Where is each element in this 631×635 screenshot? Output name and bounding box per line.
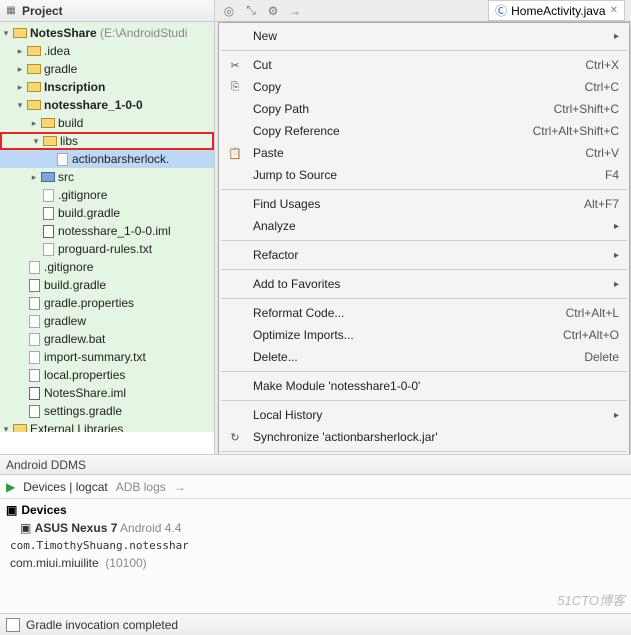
tree-gradle-top[interactable]: ▸gradle bbox=[0, 60, 214, 78]
tree-libs[interactable]: ▾libs bbox=[0, 132, 214, 150]
run-icon[interactable]: ▶ bbox=[6, 480, 15, 494]
tree-proguard[interactable]: proguard-rules.txt bbox=[0, 240, 214, 258]
ddms-tab-adb[interactable]: ADB logs bbox=[116, 480, 166, 494]
project-tree[interactable]: ▾NotesShare (E:\AndroidStudi ▸.idea ▸gra… bbox=[0, 22, 214, 432]
gear-icon[interactable]: ⚙ bbox=[265, 3, 281, 19]
menu-separator bbox=[221, 269, 627, 270]
project-view-icon[interactable]: ▦ bbox=[4, 4, 18, 18]
menu-sync[interactable]: ↻Synchronize 'actionbarsherlock.jar' bbox=[219, 426, 629, 448]
tree-idea[interactable]: ▸.idea bbox=[0, 42, 214, 60]
sync-icon: ↻ bbox=[227, 429, 243, 445]
ddms-body: ▣Devices ▣ ASUS Nexus 7 Android 4.4 com.… bbox=[0, 499, 631, 574]
root-path: (E:\AndroidStudi bbox=[100, 26, 187, 40]
tab-label: HomeActivity.java bbox=[511, 4, 605, 18]
tree-buildgradle2[interactable]: build.gradle bbox=[0, 276, 214, 294]
chevron-right-icon: ▸ bbox=[614, 250, 619, 261]
tree-gradlewbat[interactable]: gradlew.bat bbox=[0, 330, 214, 348]
tree-gradleprops[interactable]: gradle.properties bbox=[0, 294, 214, 312]
menu-new[interactable]: New▸ bbox=[219, 25, 629, 47]
tree-settings[interactable]: settings.gradle bbox=[0, 402, 214, 420]
tree-importsum[interactable]: import-summary.txt bbox=[0, 348, 214, 366]
tree-gitignore1[interactable]: .gitignore bbox=[0, 186, 214, 204]
java-file-icon: Ⓒ bbox=[495, 2, 507, 19]
ddms-tab-devices[interactable]: Devices | logcat bbox=[23, 480, 108, 494]
status-text: Gradle invocation completed bbox=[26, 618, 178, 632]
tree-extlib[interactable]: ▾External Libraries bbox=[0, 420, 214, 432]
minimize-icon[interactable]: → bbox=[287, 3, 303, 19]
menu-separator bbox=[221, 298, 627, 299]
cut-icon: ✂ bbox=[227, 57, 243, 73]
menu-delete[interactable]: Delete...Delete bbox=[219, 346, 629, 368]
tree-root[interactable]: ▾NotesShare (E:\AndroidStudi bbox=[0, 24, 214, 42]
ddms-title: Android DDMS bbox=[0, 455, 631, 475]
ddms-panel: Android DDMS ▶ Devices | logcat ADB logs… bbox=[0, 454, 631, 613]
close-icon[interactable]: ✕ bbox=[610, 5, 618, 16]
menu-optimp[interactable]: Optimize Imports...Ctrl+Alt+O bbox=[219, 324, 629, 346]
chevron-right-icon: ▸ bbox=[614, 279, 619, 290]
chevron-right-icon: ▸ bbox=[614, 221, 619, 232]
copy-icon: ⎘ bbox=[227, 79, 243, 95]
menu-addfav[interactable]: Add to Favorites▸ bbox=[219, 273, 629, 295]
tree-gitignore2[interactable]: .gitignore bbox=[0, 258, 214, 276]
panel-title: Project bbox=[22, 4, 63, 18]
menu-separator bbox=[221, 400, 627, 401]
menu-separator bbox=[221, 189, 627, 190]
menu-copy[interactable]: ⎘CopyCtrl+C bbox=[219, 76, 629, 98]
status-bar: Gradle invocation completed bbox=[0, 613, 631, 635]
menu-paste[interactable]: 📋PasteCtrl+V bbox=[219, 142, 629, 164]
tree-build[interactable]: ▸build bbox=[0, 114, 214, 132]
editor-tab[interactable]: Ⓒ HomeActivity.java ✕ bbox=[488, 0, 625, 21]
devices-header: ▣Devices bbox=[6, 503, 625, 517]
device-row[interactable]: ▣ ASUS Nexus 7 Android 4.4 bbox=[6, 521, 625, 535]
menu-makemod[interactable]: Make Module 'notesshare1-0-0' bbox=[219, 375, 629, 397]
chevron-right-icon: ▸ bbox=[614, 31, 619, 42]
tree-libfile[interactable]: actionbarsherlock. bbox=[0, 150, 214, 168]
collapse-icon[interactable]: ⤡ bbox=[243, 3, 259, 19]
menu-analyze[interactable]: Analyze▸ bbox=[219, 215, 629, 237]
device-icon: ▣ bbox=[6, 503, 17, 517]
tree-iml1[interactable]: notesshare_1-0-0.iml bbox=[0, 222, 214, 240]
project-panel: ▦ Project ▾NotesShare (E:\AndroidStudi ▸… bbox=[0, 0, 215, 454]
tree-iml2[interactable]: NotesShare.iml bbox=[0, 384, 214, 402]
menu-separator bbox=[221, 371, 627, 372]
process-row[interactable]: com.TimothyShuang.notesshar bbox=[6, 539, 625, 552]
arrow-icon[interactable]: → bbox=[174, 480, 186, 494]
menu-reformat[interactable]: Reformat Code...Ctrl+Alt+L bbox=[219, 302, 629, 324]
root-name: NotesShare bbox=[30, 26, 97, 40]
menu-jump[interactable]: Jump to SourceF4 bbox=[219, 164, 629, 186]
tree-buildgradle1[interactable]: build.gradle bbox=[0, 204, 214, 222]
chevron-right-icon: ▸ bbox=[614, 410, 619, 421]
ddms-tabs: ▶ Devices | logcat ADB logs → bbox=[0, 475, 631, 499]
status-icon[interactable] bbox=[6, 618, 20, 632]
menu-copyref[interactable]: Copy ReferenceCtrl+Alt+Shift+C bbox=[219, 120, 629, 142]
editor-tab-area: ◎ ⤡ ⚙ → Ⓒ HomeActivity.java ✕ bbox=[215, 0, 631, 22]
target-icon[interactable]: ◎ bbox=[221, 3, 237, 19]
panel-header: ▦ Project bbox=[0, 0, 214, 22]
tree-inscription[interactable]: ▸Inscription bbox=[0, 78, 214, 96]
menu-separator bbox=[221, 451, 627, 452]
menu-refactor[interactable]: Refactor▸ bbox=[219, 244, 629, 266]
tree-gradlew[interactable]: gradlew bbox=[0, 312, 214, 330]
menu-separator bbox=[221, 50, 627, 51]
menu-separator bbox=[221, 240, 627, 241]
tree-localprops[interactable]: local.properties bbox=[0, 366, 214, 384]
menu-cut[interactable]: ✂CutCtrl+X bbox=[219, 54, 629, 76]
tree-src[interactable]: ▸src bbox=[0, 168, 214, 186]
paste-icon: 📋 bbox=[227, 145, 243, 161]
tree-module[interactable]: ▾notesshare_1-0-0 bbox=[0, 96, 214, 114]
menu-findusage[interactable]: Find UsagesAlt+F7 bbox=[219, 193, 629, 215]
menu-copypath[interactable]: Copy PathCtrl+Shift+C bbox=[219, 98, 629, 120]
process-row[interactable]: com.miui.miuilite (10100) bbox=[6, 556, 625, 570]
menu-localhist[interactable]: Local History▸ bbox=[219, 404, 629, 426]
